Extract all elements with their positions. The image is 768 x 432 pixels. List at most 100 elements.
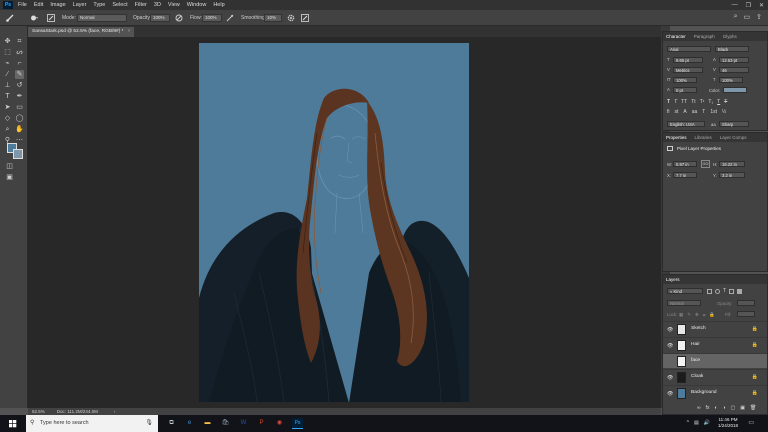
lock-all-icon[interactable]: 🔒	[709, 312, 715, 318]
menu-3d[interactable]: 3D	[154, 0, 161, 10]
lock-transparent-icon[interactable]: ▦	[679, 312, 683, 318]
brush-settings-icon[interactable]	[47, 14, 55, 22]
add-mask-icon[interactable]: ◐	[714, 405, 717, 411]
network-icon[interactable]: ▤	[694, 420, 699, 426]
menu-view[interactable]: View	[168, 0, 180, 10]
new-layer-icon[interactable]: ▣	[740, 405, 745, 411]
lock-artboard-icon[interactable]: ⌗	[703, 313, 706, 318]
flow-field[interactable]: 100%	[202, 14, 222, 22]
crop-tool-icon[interactable]: ⌐	[15, 59, 24, 68]
quick-mask-icon[interactable]: ◫	[5, 162, 14, 171]
menu-filter[interactable]: Filter	[135, 0, 147, 10]
all-caps-button[interactable]: TT	[681, 99, 687, 105]
blend-mode-select[interactable]: Normal	[667, 300, 701, 306]
layer-row-cloak[interactable]: 👁 Cloak 🔒	[663, 369, 767, 384]
menu-help[interactable]: Help	[213, 0, 224, 10]
blur-tool-icon[interactable]: ◯	[15, 114, 24, 123]
workspace-icon[interactable]: ▭	[744, 13, 751, 21]
airbrush-icon[interactable]	[226, 14, 234, 22]
delete-layer-icon[interactable]: 🗑	[750, 405, 756, 411]
move-tool-icon[interactable]: ✥	[3, 37, 12, 46]
new-group-icon[interactable]: ▢	[731, 405, 736, 411]
subscript-button[interactable]: T₁	[708, 99, 713, 105]
filter-adjustment-icon[interactable]	[715, 288, 720, 294]
marquee-tool-icon[interactable]: ⬚	[3, 48, 12, 57]
photoshop-taskbar-icon[interactable]: Ps	[292, 418, 303, 429]
vertical-scale-field[interactable]: 100%	[673, 77, 697, 83]
stylistic-alternate-icon[interactable]: aa	[692, 109, 698, 115]
tab-libraries[interactable]: Libraries	[695, 135, 712, 140]
pressure-size-icon[interactable]	[301, 14, 309, 22]
ordinal-icon[interactable]: 1st	[710, 109, 717, 115]
brush-tool-preset-icon[interactable]	[5, 13, 15, 23]
layer-row-face[interactable]: 👁 face	[663, 353, 767, 368]
lasso-tool-icon[interactable]: ᔕ	[15, 48, 24, 57]
microphone-icon[interactable]: 🎙	[145, 419, 153, 426]
layer-row-background[interactable]: 👁 Background 🔒	[663, 385, 767, 400]
x-field[interactable]: 7.7 in	[673, 172, 697, 178]
tab-properties[interactable]: Properties	[666, 135, 687, 140]
opacity-field[interactable]: 100%	[150, 14, 170, 22]
layer-filter-kind-select[interactable]: ⌕ Kind	[667, 288, 703, 294]
zoom-level[interactable]: 52.5%	[32, 408, 45, 415]
font-style-select[interactable]: Black	[715, 46, 749, 52]
menu-file[interactable]: File	[18, 0, 27, 10]
faux-bold-button[interactable]: T	[667, 99, 670, 105]
tab-layer-comps[interactable]: Layer Comps	[720, 135, 747, 140]
edge-browser-icon[interactable]: e	[184, 418, 195, 429]
brush-tool-icon[interactable]: ✎	[15, 70, 24, 79]
menu-edit[interactable]: Edit	[34, 0, 43, 10]
text-color-swatch[interactable]	[723, 87, 747, 93]
pressure-opacity-icon[interactable]	[175, 14, 183, 22]
powerpoint-icon[interactable]: P	[256, 418, 267, 429]
document-canvas[interactable]	[199, 43, 469, 402]
layer-row-hair[interactable]: 👁 Hair 🔒	[663, 337, 767, 352]
word-icon[interactable]: W	[238, 418, 249, 429]
menu-select[interactable]: Select	[112, 0, 127, 10]
antialias-select[interactable]: Sharp	[719, 121, 749, 127]
horizontal-scale-field[interactable]: 100%	[719, 77, 743, 83]
underline-button[interactable]: T	[717, 99, 720, 105]
filter-shape-icon[interactable]	[729, 288, 735, 294]
height-field[interactable]: 16.22 in	[719, 161, 745, 167]
tab-layers[interactable]: Layers	[666, 277, 680, 282]
fraction-icon[interactable]: ½	[722, 109, 726, 115]
volume-icon[interactable]: 🔊	[704, 420, 710, 426]
mode-select[interactable]: Normal	[77, 14, 127, 22]
taskbar-clock[interactable]: 11:46 PM 1/24/2018	[718, 417, 738, 429]
brush-size-picker-icon[interactable]	[30, 14, 39, 22]
type-tool-icon[interactable]: T	[3, 92, 12, 101]
ligature-icon[interactable]: ﬁ	[667, 109, 670, 115]
link-layers-icon[interactable]: ∞	[697, 405, 701, 411]
smoothing-settings-gear-icon[interactable]	[287, 14, 295, 22]
close-tab-icon[interactable]: ×	[128, 27, 131, 37]
tab-glyphs[interactable]: Glyphs	[723, 34, 737, 39]
width-field[interactable]: 5.97 in	[673, 161, 697, 167]
tab-paragraph[interactable]: Paragraph	[694, 34, 715, 39]
screen-mode-icon[interactable]: ▣	[5, 173, 14, 182]
restore-button[interactable]: ❐	[746, 2, 751, 9]
share-icon[interactable]: ⇪	[756, 13, 762, 21]
visibility-toggle-empty[interactable]: 👁	[667, 359, 673, 365]
small-caps-button[interactable]: Tt	[691, 99, 695, 105]
menu-image[interactable]: Image	[50, 0, 65, 10]
chrome-icon[interactable]: ◉	[274, 418, 285, 429]
lock-position-icon[interactable]: ✥	[695, 312, 699, 318]
visibility-eye-icon[interactable]: 👁	[667, 375, 673, 381]
menu-type[interactable]: Type	[93, 0, 105, 10]
minimize-button[interactable]: —	[732, 2, 738, 8]
language-select[interactable]: English: USA	[667, 121, 705, 127]
taskbar-search-box[interactable]: ⚲ Type here to search 🎙	[26, 415, 158, 432]
start-button[interactable]	[0, 415, 26, 432]
visibility-eye-icon[interactable]: 👁	[667, 343, 673, 349]
smoothing-field[interactable]: 10%	[264, 14, 282, 22]
artboard-tool-icon[interactable]: ⌗	[15, 37, 24, 46]
layer-fill-field[interactable]	[737, 311, 755, 317]
strikethrough-button[interactable]: T	[724, 99, 727, 105]
document-tab[interactable]: SansaStark.psd @ 52.5% (face, RGB/8#) * …	[28, 27, 135, 37]
close-button[interactable]: ✕	[759, 2, 764, 9]
pen-tool-icon[interactable]: ✒	[15, 92, 24, 101]
leading-field[interactable]: 12.53 pt	[719, 57, 749, 63]
file-explorer-icon[interactable]: ▬	[202, 418, 213, 429]
quick-select-tool-icon[interactable]: ⌁	[3, 59, 12, 68]
